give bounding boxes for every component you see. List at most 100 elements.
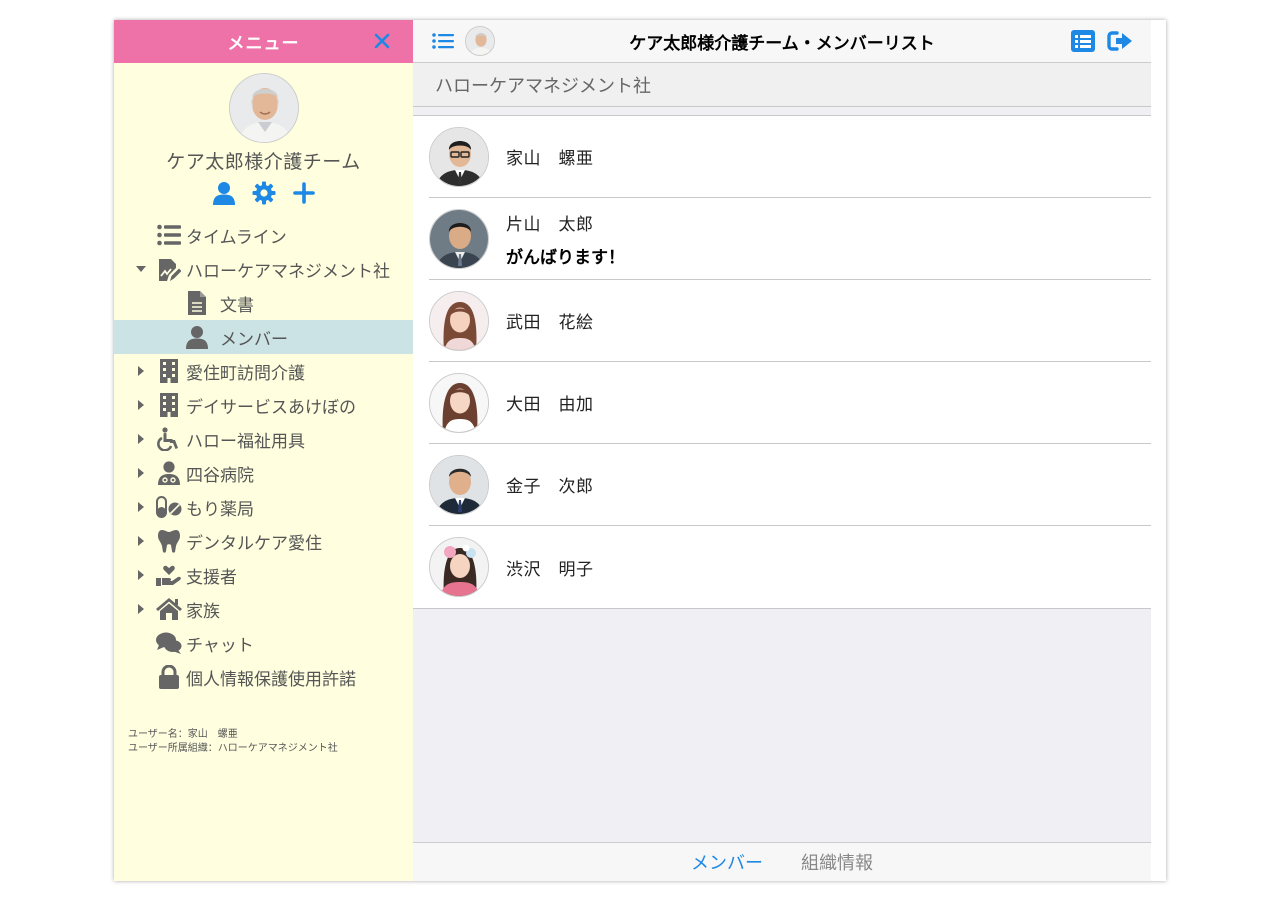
businessman-avatar-icon: [430, 209, 488, 268]
nav-item-mori-pharmacy[interactable]: もり薬局: [114, 490, 413, 524]
member-avatar: [429, 454, 489, 515]
nav-label: 家族: [186, 601, 220, 622]
list-gap: [413, 107, 1151, 115]
nav-label: 愛住町訪問介護: [186, 363, 305, 384]
member-list-inner: 家山 螺亜 片山 太郎 がんばります！ 武田 花絵 大田 由加 金子 次郎 渋沢…: [413, 115, 1151, 608]
nav-label: 個人情報保護使用許諾: [186, 669, 356, 690]
member-avatar: [429, 537, 489, 597]
woman-avatar-icon: [430, 291, 488, 350]
businessman-glasses-avatar-icon: [430, 127, 488, 186]
woman-kimono-avatar-icon: [430, 538, 488, 596]
nav-item-day-service[interactable]: デイサービスあけぼの: [114, 388, 413, 422]
member-text: 武田 花絵: [506, 308, 594, 333]
list-icon: [1071, 30, 1095, 52]
helping-hand-icon: [156, 562, 182, 588]
team-name: ケア太郎様介護チーム: [166, 151, 361, 173]
member-row[interactable]: 片山 太郎 がんばります！: [429, 198, 1151, 280]
caret-right-icon[interactable]: [136, 570, 146, 580]
nav-label: デイサービスあけぼの: [186, 397, 356, 418]
logout-button[interactable]: [1107, 29, 1133, 53]
elderly-man-avatar-icon: [229, 74, 298, 142]
nav-item-yotsuya-hospital[interactable]: 四谷病院: [114, 456, 413, 490]
close-icon: [374, 33, 390, 49]
member-avatar: [429, 126, 489, 187]
sidebar-nav: タイムライン ハローケアマネジメント社 文書 メンバー 愛住町訪問介護 デイサー…: [114, 218, 413, 694]
caret-right-icon[interactable]: [136, 366, 146, 376]
topbar: ケア太郎様介護チーム・メンバーリスト: [413, 20, 1151, 63]
nav-label: デンタルケア愛住: [186, 533, 322, 554]
member-row[interactable]: 家山 螺亜: [429, 116, 1151, 198]
nav-label: 支援者: [186, 567, 237, 588]
caret-right-icon[interactable]: [136, 536, 146, 546]
member-text: 片山 太郎 がんばります！: [506, 210, 625, 268]
team-actions: [114, 180, 413, 206]
tooth-icon: [156, 528, 182, 554]
close-menu-button[interactable]: [371, 30, 393, 52]
member-row[interactable]: 金子 次郎: [429, 444, 1151, 526]
nav-item-privacy-consent[interactable]: 個人情報保護使用許諾: [114, 660, 413, 694]
nav-item-documents[interactable]: 文書: [114, 286, 413, 320]
member-row[interactable]: 渋沢 明子: [429, 526, 1151, 608]
nav-item-hello-welfare[interactable]: ハロー福祉用具: [114, 422, 413, 456]
member-row[interactable]: 大田 由加: [429, 362, 1151, 444]
building-icon: [156, 392, 182, 418]
nav-label: メンバー: [220, 329, 288, 350]
caret-right-icon[interactable]: [136, 400, 146, 410]
member-text: 大田 由加: [506, 390, 594, 415]
nav-label: ハロー福祉用具: [186, 431, 305, 452]
home-icon: [156, 596, 182, 622]
caret-right-icon[interactable]: [136, 502, 146, 512]
sidebar: メニュー ケア太郎様介護チーム タイムライン ハローケアマネジメント社 文書 メ…: [114, 20, 413, 881]
caret-right-icon[interactable]: [136, 434, 146, 444]
nav-item-dental-care[interactable]: デンタルケア愛住: [114, 524, 413, 558]
member-avatar: [429, 208, 489, 269]
nav-label: チャット: [186, 635, 254, 656]
menu-toggle-button[interactable]: [431, 30, 455, 52]
nav-label: ハローケアマネジメント社: [186, 261, 390, 282]
nav-label: 文書: [220, 295, 254, 316]
nav-item-family[interactable]: 家族: [114, 592, 413, 626]
member-row[interactable]: 武田 花絵: [429, 280, 1151, 362]
building-icon: [156, 358, 182, 384]
caret-down-icon[interactable]: [136, 265, 146, 273]
nav-item-hello-care[interactable]: ハローケアマネジメント社: [114, 252, 413, 286]
list-icon: [156, 222, 182, 248]
nav-item-supporters[interactable]: 支援者: [114, 558, 413, 592]
tab-org-info[interactable]: 組織情報: [801, 849, 873, 875]
nav-item-aizumi-visit[interactable]: 愛住町訪問介護: [114, 354, 413, 388]
team-avatar[interactable]: [228, 73, 299, 143]
member-text: 家山 螺亜: [506, 144, 594, 169]
list-icon: [432, 33, 454, 49]
main-panel: ケア太郎様介護チーム・メンバーリスト ハローケアマネジメント社 家山 螺亜 片山…: [413, 20, 1151, 881]
nav-item-timeline[interactable]: タイムライン: [114, 218, 413, 252]
nav-item-chat[interactable]: チャット: [114, 626, 413, 660]
wheelchair-icon: [156, 426, 182, 452]
member-name: 渋沢 明子: [506, 559, 594, 580]
tab-members[interactable]: メンバー: [691, 849, 763, 875]
app-frame: メニュー ケア太郎様介護チーム タイムライン ハローケアマネジメント社 文書 メ…: [114, 20, 1166, 881]
member-list: 家山 螺亜 片山 太郎 がんばります！ 武田 花絵 大田 由加 金子 次郎 渋沢…: [413, 115, 1151, 609]
user-info: ユーザー名：家山 螺亜 ユーザー所属組織：ハローケアマネジメント社: [128, 728, 338, 756]
user-org-line: ユーザー所属組織：ハローケアマネジメント社: [128, 743, 338, 754]
team-settings-button[interactable]: [251, 180, 277, 206]
nav-label: もり薬局: [186, 499, 254, 520]
chat-icon: [156, 630, 182, 656]
member-avatar: [429, 290, 489, 351]
member-text: 渋沢 明子: [506, 555, 594, 580]
lock-icon: [156, 664, 182, 690]
member-text: 金子 次郎: [506, 472, 594, 497]
pills-icon: [156, 494, 182, 520]
user-icon: [212, 182, 235, 205]
user-icon: [184, 324, 210, 350]
team-member-button[interactable]: [211, 180, 237, 206]
caret-right-icon[interactable]: [136, 468, 146, 478]
add-button[interactable]: [291, 180, 317, 206]
list-view-button[interactable]: [1071, 29, 1095, 53]
nav-label: タイムライン: [186, 227, 287, 248]
nav-item-members[interactable]: メンバー: [114, 320, 413, 354]
team-mini-avatar[interactable]: [465, 26, 495, 56]
caret-right-icon[interactable]: [136, 604, 146, 614]
nav-label: 四谷病院: [186, 465, 254, 486]
member-status-message: がんばります！: [506, 247, 625, 268]
businessman-avatar-icon: [430, 455, 488, 514]
